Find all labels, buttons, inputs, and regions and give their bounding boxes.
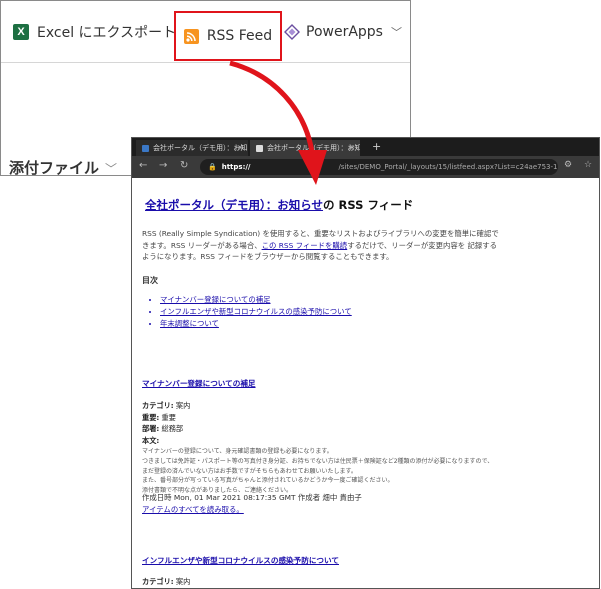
toc-item: インフルエンザや新型コロナウイルスの感染予防について [160,306,352,318]
read-more-link[interactable]: アイテムのすべてを読み取る。 [142,505,244,516]
intro-text: RSS (Really Simple Syndication) を使用すると、重… [142,228,502,263]
address-bar: ← → ↻ 🔒 https:// /sites/DEMO_Portal/_lay… [132,156,599,178]
powerapps-button[interactable]: PowerApps ﹀ [284,1,402,63]
body-line: つきましては免許証・パスポート等の写真付き身分証、お持ちでない方は住民票＋保険証… [142,457,494,465]
body-line: まだ登録の済んでいない方はお手数ですがそちらもあわせてお願いいたします。 [142,467,357,475]
item-metadata: カテゴリ: 案内 [142,576,190,588]
forward-icon[interactable]: → [159,160,167,171]
browser-tab[interactable]: 会社ポータル（デモ用）：お知らせ ✕ [136,140,248,156]
field-label: 部署: [142,424,160,433]
body-line: また、番号部分が写っている写真がちゃんと添付されているかどうか今一度ご確認くださ… [142,477,394,485]
toc-item: マイナンバー登録についての補足 [160,294,352,306]
favorites-icon[interactable]: ☆ [584,160,592,170]
item-title-link[interactable]: マイナンバー登録についての補足 [142,379,256,390]
export-excel-label: Excel にエクスポート [37,25,177,41]
toc-link[interactable]: インフルエンザや新型コロナウイルスの感染予防について [160,307,352,316]
export-excel-button[interactable]: X Excel にエクスポート [13,1,176,63]
attachments-label: 添付ファイル [9,159,100,177]
toc-item: 年末調整について [160,318,352,330]
created-info: 作成日時 Mon, 01 Mar 2021 08:17:35 GMT 作成者 畑… [142,493,362,502]
page-title: 全社ポータル（デモ用）：お知らせの RSS フィード [145,198,414,212]
item-metadata: カテゴリ: 案内 重要: 重要 部署: 総務部 本文: [142,400,190,446]
toolbar-divider [1,62,410,63]
back-icon[interactable]: ← [139,160,147,171]
rss-feed-label: RSS Feed [206,28,273,44]
sharepoint-favicon-icon [142,144,149,152]
url-path: /sites/DEMO_Portal/_layouts/15/listfeed.… [338,163,558,171]
url-field[interactable]: 🔒 https:// /sites/DEMO_Portal/_layouts/1… [200,159,558,175]
toc-link[interactable]: 年末調整について [160,319,219,328]
chevron-down-icon: ﹀ [105,162,118,176]
powerapps-icon [284,24,300,40]
importance-value: 重要 [161,412,176,422]
powerapps-label: PowerApps [306,24,383,40]
item-title-link[interactable]: インフルエンザや新型コロナウイルスの感染予防について [142,556,339,567]
toc-list: マイナンバー登録についての補足 インフルエンザや新型コロナウイルスの感染予防につ… [148,294,352,330]
subscribe-link[interactable]: この RSS フィードを購読 [262,241,348,250]
toc-link[interactable]: マイナンバー登録についての補足 [160,295,271,304]
category-value: 案内 [175,577,191,586]
page-title-suffix: の RSS フィード [323,198,414,212]
browser-window: 会社ポータル（デモ用）：お知らせ ✕ 会社ポータル（デモ用）：お知らせ ✕ + … [131,137,600,589]
browser-tab-title: 会社ポータル（デモ用）：お知らせ [267,144,360,152]
toc-heading: 目次 [142,276,158,285]
browser-tab-title: 会社ポータル（デモ用）：お知らせ [153,144,248,152]
browser-tab-active[interactable]: 会社ポータル（デモ用）：お知らせ ✕ [250,140,360,156]
url-scheme: https:// [221,163,251,171]
list-link[interactable]: 全社ポータル（デモ用）：お知らせ [145,198,323,212]
field-label: 本文: [142,435,160,445]
excel-icon: X [13,24,29,40]
rss-icon [183,28,199,44]
item-body: マイナンバーの登録について、身元確認書類の登録も必要になります。 つきましては免… [142,447,493,496]
page-favicon-icon [256,144,263,152]
close-icon[interactable]: ✕ [349,144,355,152]
chevron-down-icon[interactable]: ﹀ [391,24,402,40]
close-icon[interactable]: ✕ [237,144,243,152]
new-tab-icon[interactable]: + [372,140,381,153]
settings-icon[interactable]: ⚙ [564,160,572,170]
field-label: カテゴリ: [142,401,174,410]
command-toolbar: X Excel にエクスポート RSS Feed PowerApps ﹀ [1,1,410,63]
category-value: 案内 [175,401,191,410]
attachments-header[interactable]: 添付ファイル ﹀ [9,157,117,178]
lock-icon: 🔒 [208,163,217,171]
department-value: 総務部 [161,424,184,433]
body-line: マイナンバーの登録について、身元確認書類の登録も必要になります。 [142,448,333,455]
browser-tab-bar: 会社ポータル（デモ用）：お知らせ ✕ 会社ポータル（デモ用）：お知らせ ✕ + [132,138,599,156]
field-label: カテゴリ: [142,577,174,586]
field-label: 重要: [142,412,160,422]
reload-icon[interactable]: ↻ [180,160,188,171]
rss-feed-button[interactable]: RSS Feed [174,11,282,61]
